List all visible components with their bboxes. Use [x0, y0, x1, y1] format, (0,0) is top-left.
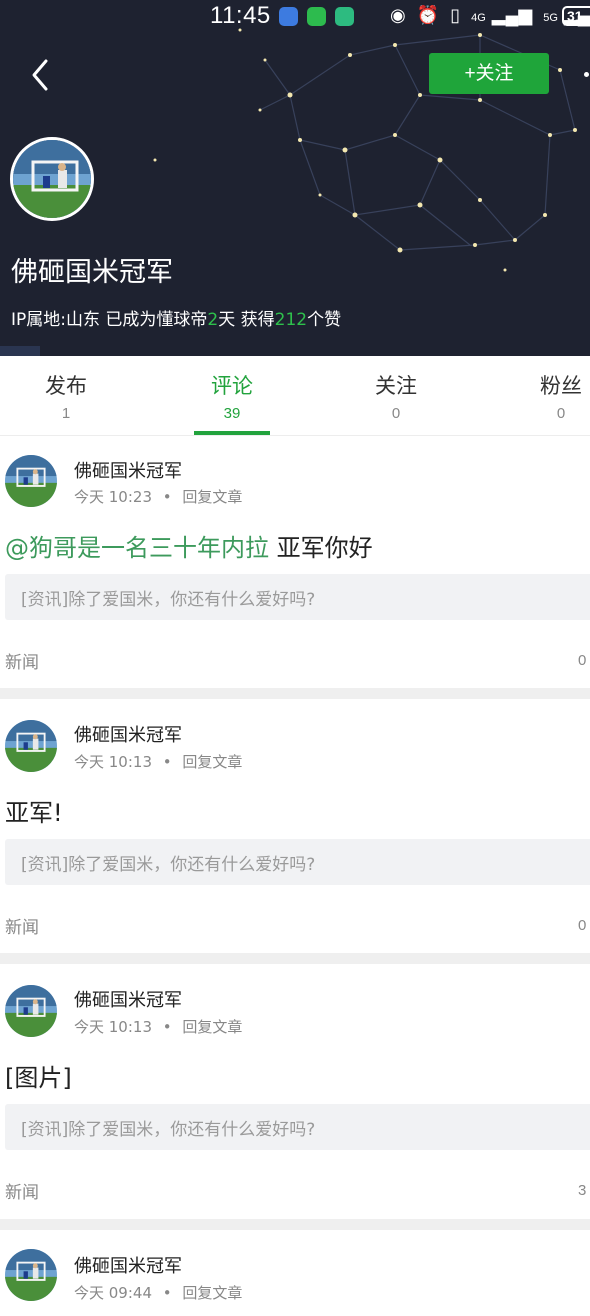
category-label[interactable]: 新闻 — [5, 1178, 39, 1203]
comment-meta: 今天 10:13 • 回复文章 — [74, 1018, 243, 1036]
divider — [0, 688, 590, 699]
avatar[interactable] — [5, 455, 57, 507]
comment-time: 今天 09:44 — [74, 1284, 152, 1302]
avatar[interactable] — [10, 137, 94, 221]
comment-body: [图片] — [5, 1064, 72, 1092]
tab-posts[interactable]: 发布 1 — [0, 356, 136, 436]
meta-text: 个赞 — [307, 310, 342, 330]
avatar[interactable] — [5, 1249, 57, 1301]
tab-count: 39 — [223, 405, 241, 422]
reply-count: 3 — [578, 1182, 587, 1199]
category-label[interactable]: 新闻 — [5, 913, 39, 938]
avatar[interactable] — [5, 985, 57, 1037]
reply-count: 0 — [578, 917, 587, 934]
comment-meta: 今天 10:13 • 回复文章 — [74, 753, 243, 771]
network-5g-label: 5G — [543, 12, 558, 24]
eye-icon: ◉ — [390, 5, 406, 25]
comment-card[interactable]: 佛砸国米冠军 今天 09:44 • 回复文章 — [0, 1230, 590, 1316]
tab-label: 关注 — [375, 374, 417, 398]
battery-icon: 31 — [562, 6, 590, 26]
quoted-article[interactable]: [资讯]除了爱国米，你还有什么爱好吗? — [5, 1104, 590, 1150]
vibrate-icon: ▯ — [450, 5, 461, 25]
comment-author[interactable]: 佛砸国米冠军 — [74, 721, 182, 747]
comment-time: 今天 10:13 — [74, 1018, 152, 1036]
quoted-article-title: [资讯]除了爱国米，你还有什么爱好吗? — [21, 855, 316, 875]
tab-label: 发布 — [45, 374, 87, 398]
tab-count: 1 — [61, 405, 71, 422]
mention-link[interactable]: @狗哥是一名三十年内拉 — [5, 534, 269, 562]
quoted-article[interactable]: [资讯]除了爱国米，你还有什么爱好吗? — [5, 574, 590, 620]
quoted-article-title: [资讯]除了爱国米，你还有什么爱好吗? — [21, 1120, 316, 1140]
meta-text: IP属地:山东 已成为懂球帝 — [11, 310, 208, 330]
signal-icon: ▂▄▆ — [491, 5, 533, 25]
tab-following[interactable]: 关注 0 — [326, 356, 466, 436]
comment-text: @狗哥是一名三十年内拉 亚军你好 — [5, 528, 373, 563]
comment-body: 亚军! — [5, 799, 63, 827]
meta-likes: 212 — [274, 310, 308, 330]
comment-text: 亚军! — [5, 793, 63, 828]
alarm-icon: ⏰ — [416, 5, 440, 25]
comment-action: 回复文章 — [182, 488, 243, 506]
comment-meta: 今天 10:23 • 回复文章 — [74, 488, 243, 506]
wechat-icon — [307, 7, 326, 26]
tab-fans[interactable]: 粉丝 0 — [491, 356, 590, 436]
comment-card[interactable]: 佛砸国米冠军 今天 10:13 • 回复文章 亚军! [资讯]除了爱国米，你还有… — [0, 699, 590, 952]
network-4g-label: 4G — [471, 12, 486, 24]
quoted-article[interactable]: [资讯]除了爱国米，你还有什么爱好吗? — [5, 839, 590, 885]
follow-button[interactable]: +关注 — [429, 53, 549, 94]
avatar[interactable] — [5, 720, 57, 772]
category-label[interactable]: 新闻 — [5, 648, 39, 673]
profile-tabs: 发布 1 评论 39 关注 0 粉丝 0 — [0, 356, 590, 436]
comment-text: [图片] — [5, 1058, 72, 1093]
system-icons: ◉ ⏰ ▯ 4G▂▄▆ 5G▂▄▆█ — [390, 5, 590, 26]
more-menu-icon[interactable] — [584, 72, 589, 77]
divider — [0, 953, 590, 964]
comment-author[interactable]: 佛砸国米冠军 — [74, 986, 182, 1012]
quoted-article-title: [资讯]除了爱国米，你还有什么爱好吗? — [21, 590, 316, 610]
profile-header: 11:45 ◉ ⏰ ▯ 4G▂▄▆ 5G▂▄▆█ 31 +关注 佛砸国米冠军 — [0, 0, 590, 356]
active-tab-indicator — [194, 431, 270, 435]
comment-action: 回复文章 — [182, 753, 243, 771]
clock: 11:45 — [210, 2, 271, 29]
reply-count: 0 — [578, 652, 587, 669]
comment-body: 亚军你好 — [269, 534, 373, 562]
back-button[interactable] — [30, 58, 66, 98]
user-name: 佛砸国米冠军 — [11, 257, 173, 288]
comment-time: 今天 10:23 — [74, 488, 152, 506]
meta-text: 天 获得 — [218, 310, 275, 330]
comment-time: 今天 10:13 — [74, 753, 152, 771]
status-bar: 11:45 ◉ ⏰ ▯ 4G▂▄▆ 5G▂▄▆█ 31 — [0, 0, 590, 34]
tab-count: 0 — [391, 405, 401, 422]
comment-action: 回复文章 — [182, 1284, 243, 1302]
comment-author[interactable]: 佛砸国米冠军 — [74, 1252, 182, 1278]
tab-count: 0 — [556, 405, 566, 422]
comment-meta: 今天 09:44 • 回复文章 — [74, 1284, 243, 1302]
tab-comments[interactable]: 评论 39 — [162, 356, 302, 436]
tab-label: 粉丝 — [540, 374, 582, 398]
comment-card[interactable]: 佛砸国米冠军 今天 10:13 • 回复文章 [图片] [资讯]除了爱国米，你还… — [0, 964, 590, 1218]
tab-label: 评论 — [211, 374, 253, 398]
comment-action: 回复文章 — [182, 1018, 243, 1036]
divider — [0, 1219, 590, 1230]
comment-author[interactable]: 佛砸国米冠军 — [74, 457, 182, 483]
app-notification-icon — [279, 7, 298, 26]
meta-days: 2 — [207, 310, 219, 330]
user-meta: IP属地:山东 已成为懂球帝2天 获得212个赞 — [11, 305, 341, 330]
app-notification-icon — [335, 7, 354, 26]
comment-card[interactable]: 佛砸国米冠军 今天 10:23 • 回复文章 @狗哥是一名三十年内拉 亚军你好 … — [0, 437, 590, 687]
chevron-left-icon — [32, 59, 48, 91]
